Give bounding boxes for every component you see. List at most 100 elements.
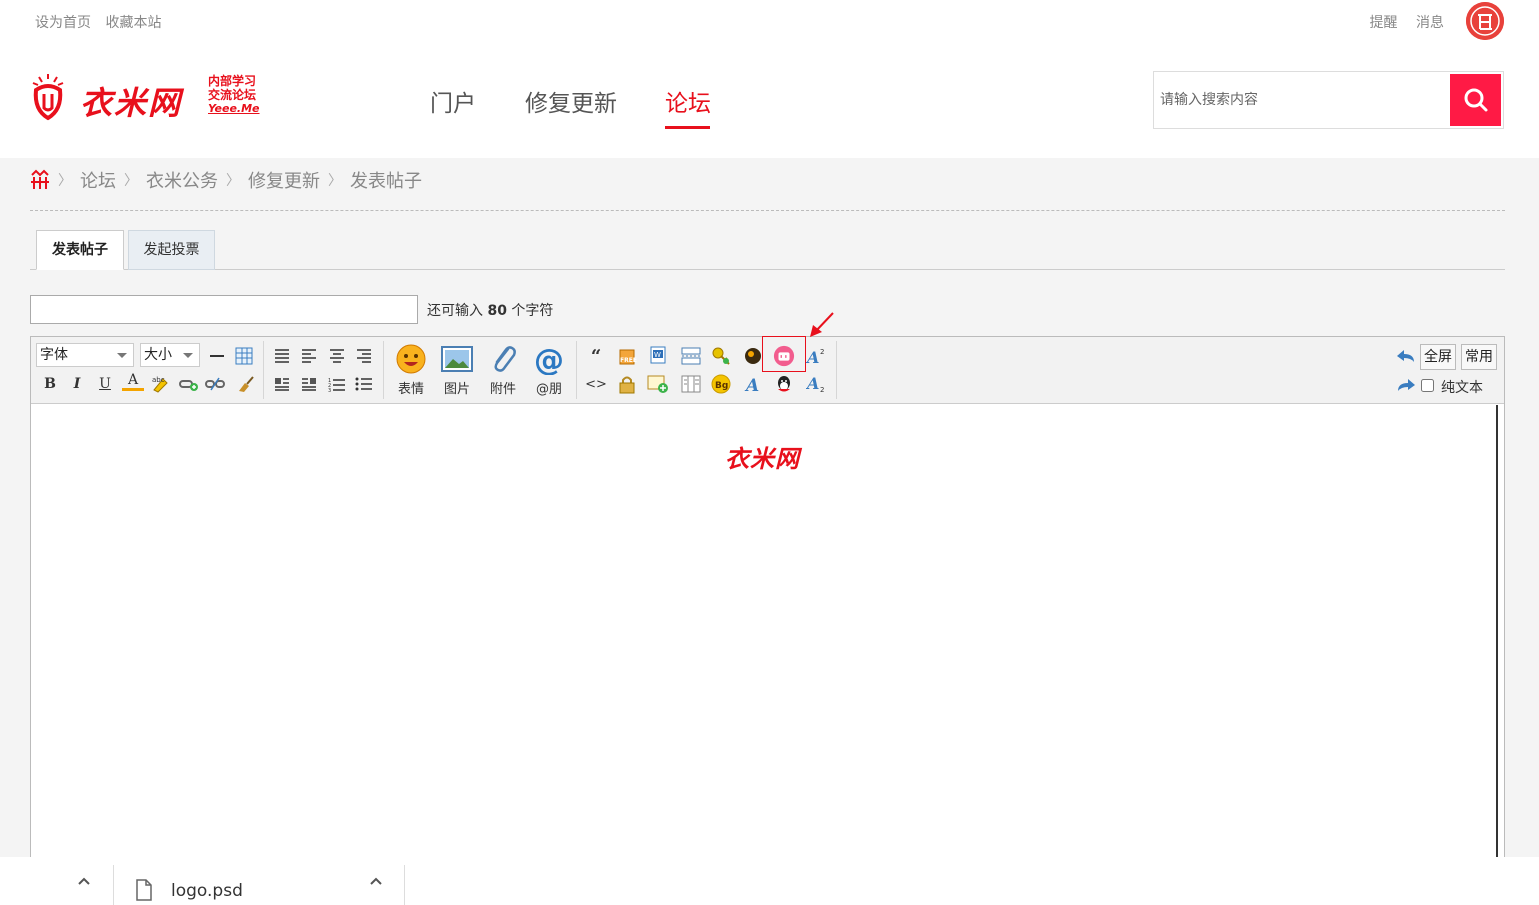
font-color-button[interactable]: A <box>122 371 144 391</box>
float-left-icon[interactable] <box>271 373 293 395</box>
image-button[interactable]: 图片 <box>436 343 478 399</box>
plain-text-label[interactable]: 纯文本 <box>1441 377 1483 397</box>
breadcrumb-separator: 〉 <box>58 173 72 189</box>
user-avatar[interactable] <box>1466 2 1504 40</box>
float-right-icon[interactable] <box>298 373 320 395</box>
qq-icon[interactable] <box>773 373 795 395</box>
site-logo[interactable]: 衣米网 内部学习 交流论坛 Yeee.Me <box>30 70 270 126</box>
toolbar-separator <box>836 341 837 399</box>
breadcrumb-item-forum[interactable]: 论坛 <box>80 167 116 193</box>
free-content-icon[interactable]: FREE <box>616 345 638 367</box>
paste-word-icon[interactable]: W <box>647 345 669 367</box>
emoji-label: 表情 <box>397 382 424 397</box>
unlink-icon[interactable] <box>204 373 226 395</box>
align-right-icon[interactable] <box>353 345 375 367</box>
font-family-select[interactable]: 字体 <box>36 343 134 367</box>
set-home-link[interactable]: 设为首页 <box>35 15 91 31</box>
bilibili-video-icon[interactable] <box>773 345 795 367</box>
nav-item-forum[interactable]: 论坛 <box>665 84 711 118</box>
home-icon[interactable] <box>30 169 50 191</box>
align-justify-icon[interactable] <box>271 345 293 367</box>
svg-text:A: A <box>806 375 819 393</box>
mention-button[interactable]: @ @朋 <box>528 343 570 399</box>
quote-button[interactable]: “ <box>585 345 607 367</box>
download-bar: logo.psd <box>0 857 1539 905</box>
messages-link[interactable]: 消息 <box>1416 15 1444 31</box>
font-size-select[interactable]: 大小 <box>140 343 200 367</box>
site-header: 衣米网 内部学习 交流论坛 Yeee.Me 门户 修复更新 论坛 <box>0 44 1539 158</box>
image-label: 图片 <box>443 382 470 397</box>
svg-text:A: A <box>744 376 759 393</box>
underline-button[interactable]: U <box>94 373 116 395</box>
logo-subtitle: 内部学习 交流论坛 Yeee.Me <box>208 74 260 116</box>
svg-text:A: A <box>806 348 819 365</box>
search-icon <box>1464 88 1487 112</box>
svg-text:@: @ <box>534 343 564 375</box>
breadcrumb: 〉 论坛 〉 衣米公务 〉 修复更新 〉 发表帖子 <box>30 167 422 193</box>
svg-text:Bg: Bg <box>715 381 728 391</box>
editor-watermark: 衣米网 <box>725 445 800 473</box>
subscript-icon[interactable]: A2 <box>805 373 827 395</box>
tab-new-post[interactable]: 发表帖子 <box>36 230 124 270</box>
font-style-icon[interactable]: A <box>742 373 764 395</box>
mention-label: @朋 <box>535 382 562 397</box>
remind-link[interactable]: 提醒 <box>1370 15 1398 31</box>
toolbar-separator <box>383 341 384 399</box>
ordered-list-icon[interactable]: 123 <box>326 373 348 395</box>
download-options-chevron-icon[interactable] <box>368 873 384 889</box>
common-mode-button[interactable]: 常用 <box>1461 344 1497 370</box>
subject-input[interactable] <box>30 295 418 324</box>
hide-content-icon[interactable] <box>616 373 638 395</box>
editor-content-area[interactable]: 衣米网 <box>31 405 1498 895</box>
svg-text:2: 2 <box>820 348 824 356</box>
logo-sub-line1: 内部学习 <box>208 74 257 88</box>
page-break-icon[interactable] <box>680 345 702 367</box>
unordered-list-icon[interactable] <box>353 373 375 395</box>
breadcrumb-item-current: 发表帖子 <box>350 171 422 192</box>
undo-icon[interactable] <box>1395 345 1417 367</box>
toolbar-separator <box>576 341 577 399</box>
editor-toolbar: 字体 大小 B I U A abc 1 2 3 表情 图片 附件 @ @朋 “ … <box>31 336 1504 404</box>
align-left-icon[interactable] <box>298 345 320 367</box>
columns-icon[interactable] <box>680 373 702 395</box>
insert-media-icon[interactable] <box>647 373 669 395</box>
nav-item-portal[interactable]: 门户 <box>430 84 476 118</box>
background-icon[interactable]: Bg <box>710 373 732 395</box>
chevron-up-icon[interactable] <box>76 873 92 889</box>
italic-button[interactable]: I <box>66 373 88 395</box>
redo-icon[interactable] <box>1395 374 1417 396</box>
bookmark-link[interactable]: 收藏本站 <box>105 15 161 31</box>
plain-text-checkbox[interactable] <box>1421 379 1434 392</box>
breadcrumb-item-subforum[interactable]: 修复更新 <box>248 167 320 193</box>
download-filename[interactable]: logo.psd <box>171 881 243 901</box>
top-utility-bar: 设为首页 收藏本站 提醒 消息 <box>0 0 1539 44</box>
svg-text:W: W <box>654 351 661 359</box>
password-icon[interactable] <box>710 345 732 367</box>
flash-icon[interactable] <box>742 345 764 367</box>
search-button[interactable] <box>1450 74 1501 126</box>
remain-suffix: 个字符 <box>511 303 554 319</box>
code-button[interactable]: <> <box>585 373 607 395</box>
align-center-icon[interactable] <box>326 345 348 367</box>
highlight-icon[interactable]: abc <box>150 373 172 395</box>
superscript-icon[interactable]: A2 <box>805 345 827 367</box>
attachment-label: 附件 <box>489 382 516 397</box>
breadcrumb-divider <box>30 210 1505 211</box>
horizontal-rule-icon[interactable] <box>206 345 228 367</box>
breadcrumb-separator: 〉 <box>124 173 138 189</box>
fullscreen-button[interactable]: 全屏 <box>1420 344 1456 370</box>
bold-button[interactable]: B <box>39 373 61 395</box>
toolbar-separator <box>263 341 264 399</box>
remain-prefix: 还可输入 <box>427 303 483 319</box>
link-icon[interactable] <box>178 373 200 395</box>
attachment-button[interactable]: 附件 <box>482 343 524 399</box>
table-icon[interactable] <box>233 345 255 367</box>
logo-name: 衣米网 <box>80 84 183 122</box>
clear-format-icon[interactable] <box>234 373 256 395</box>
tab-new-poll[interactable]: 发起投票 <box>128 230 215 270</box>
search-input[interactable] <box>1160 78 1440 122</box>
breadcrumb-item-board[interactable]: 衣米公务 <box>146 167 218 193</box>
emoji-button[interactable]: 表情 <box>390 343 432 399</box>
nav-item-updates[interactable]: 修复更新 <box>525 84 617 118</box>
svg-text:FREE: FREE <box>620 357 637 364</box>
